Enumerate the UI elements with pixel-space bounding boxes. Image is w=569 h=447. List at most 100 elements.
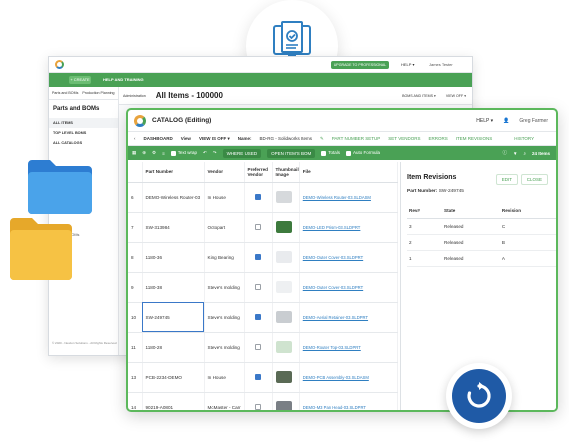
preferred-vendor-checkbox[interactable] — [255, 343, 261, 350]
column-header-thumbnail[interactable]: Thumbnail Image — [272, 162, 300, 183]
row-index[interactable]: 11 — [128, 332, 143, 363]
file-link[interactable]: DEMO-LED Prism-03.SLDPRT — [299, 212, 399, 243]
preferred-vendor-cell[interactable] — [244, 332, 273, 363]
user-icon[interactable]: 👤 — [503, 118, 509, 124]
column-header-vendor[interactable]: Vendor — [204, 162, 245, 183]
row-index[interactable]: 10 — [128, 302, 143, 333]
info-icon[interactable]: ⓘ — [502, 150, 507, 156]
edit-button[interactable]: EDIT — [495, 174, 518, 185]
file-link[interactable]: DEMO-M3 Pan Head-03.SLDPRT — [299, 392, 399, 410]
redo-icon[interactable]: ↷ — [213, 150, 217, 156]
list-icon[interactable]: ≡ — [162, 151, 165, 156]
vendor-cell[interactable]: In House — [204, 182, 245, 213]
vendor-cell[interactable]: Steve's molding — [204, 272, 245, 303]
row-index[interactable]: 14 — [128, 392, 143, 410]
row-index[interactable]: 9 — [128, 272, 143, 303]
column-header-file[interactable]: File — [299, 162, 399, 183]
part-number-cell[interactable]: 1180-36 — [142, 242, 205, 273]
table-row[interactable]: 14 90219-A0801 McMaster - Carr DEMO-M3 Pan … — [128, 392, 399, 410]
file-link[interactable]: DEMO-Aerial Retainer-03.SLDPRT — [299, 302, 399, 333]
table-row[interactable]: 11 1180-28 Steve's molding DEMO-Router Top-… — [128, 332, 399, 363]
vendor-cell[interactable]: Octopart — [204, 212, 245, 243]
part-number-cell[interactable]: 90219-A0801 — [142, 392, 205, 410]
view-dropdown[interactable]: VIEW IS OFF ▾ — [199, 136, 230, 142]
preferred-vendor-cell[interactable] — [244, 302, 273, 333]
part-number-cell[interactable]: 1180-28 — [142, 332, 205, 363]
table-row[interactable]: 9 1180-38 Steve's molding DEMO-Outer Cover-… — [128, 272, 399, 303]
tab-item-revisions[interactable]: ITEM REVISIONS — [456, 136, 493, 141]
text-wrap-toggle[interactable]: Text wrap — [170, 150, 197, 156]
back-view-dropdown[interactable]: VIEW OFF ▾ — [446, 94, 466, 98]
back-bom-dropdown[interactable]: BOMS AND ITEMS ▾ — [402, 94, 436, 98]
back-sidebar-item[interactable]: ALL CATALOGS — [49, 138, 118, 148]
row-index[interactable]: 7 — [128, 212, 143, 243]
table-row[interactable]: 8 1180-36 King Bearing DEMO-Outer Cover-03.… — [128, 242, 399, 273]
preferred-vendor-cell[interactable] — [244, 272, 273, 303]
column-header-preferred-vendor[interactable]: Preferred Vendor — [244, 162, 273, 183]
where-used-button[interactable]: WHERE USED — [222, 148, 262, 158]
totals-toggle[interactable]: Totals — [321, 150, 340, 156]
user-name[interactable]: Greg Farmer — [519, 118, 548, 124]
preferred-vendor-checkbox[interactable] — [255, 253, 261, 260]
edit-pencil-icon[interactable]: ✎ — [320, 136, 324, 142]
auto-formula-toggle[interactable]: Auto Formula — [345, 150, 380, 156]
vendor-cell[interactable]: McMaster - Carr — [204, 392, 245, 410]
table-row[interactable]: 6 DEMO-Wireless Router-03 In House DEMO-Wir… — [128, 182, 399, 213]
part-number-cell[interactable]: 1180-38 — [142, 272, 205, 303]
back-help-menu[interactable]: HELP ▾ — [401, 62, 415, 67]
vendor-cell[interactable]: In House — [204, 362, 245, 393]
part-number-cell[interactable]: DEMO-Wireless Router-03 — [142, 182, 205, 213]
preferred-vendor-checkbox[interactable] — [255, 403, 261, 410]
add-icon[interactable]: ⊕ — [142, 150, 146, 156]
file-link[interactable]: DEMO-Outer Cover-03.SLDPRT — [299, 272, 399, 303]
file-link[interactable]: DEMO-Wireless Router-03.SLDASM — [299, 182, 399, 213]
preferred-vendor-cell[interactable] — [244, 392, 273, 410]
file-link[interactable]: DEMO-Outer Cover-03.SLDPRT — [299, 242, 399, 273]
row-index[interactable]: 13 — [128, 362, 143, 393]
back-tab-parts[interactable]: Parts and BOMs — [52, 91, 78, 95]
settings-icon[interactable]: ⚙ — [152, 150, 156, 156]
vendor-cell[interactable]: Steve's molding — [204, 332, 245, 363]
preferred-vendor-cell[interactable] — [244, 362, 273, 393]
part-number-cell[interactable]: PCB-2234-DEMO — [142, 362, 205, 393]
back-arrow-icon[interactable]: ‹ — [134, 136, 136, 141]
column-header-index[interactable] — [128, 162, 143, 183]
undo-icon[interactable]: ↶ — [203, 150, 207, 156]
file-link[interactable]: DEMO-Router Top-03.SLDPRT — [299, 332, 399, 363]
tab-errors[interactable]: ERRORS — [428, 136, 447, 141]
back-sidebar-item[interactable]: ALL ITEMS — [49, 118, 118, 128]
back-tab-admin[interactable]: Administration — [123, 94, 146, 98]
open-bom-button[interactable]: OPEN ITEM'S BOM — [267, 148, 316, 158]
preferred-vendor-cell[interactable] — [244, 182, 273, 213]
preferred-vendor-checkbox[interactable] — [255, 193, 261, 200]
close-button[interactable]: CLOSE — [520, 174, 548, 185]
part-number-cell[interactable]: SW-249745 — [142, 302, 205, 333]
tab-set-vendors[interactable]: SET VENDORS — [388, 136, 420, 141]
tab-history[interactable]: HISTORY — [514, 136, 534, 141]
preferred-vendor-cell[interactable] — [244, 242, 273, 273]
preferred-vendor-checkbox[interactable] — [255, 283, 261, 290]
column-header-part-number[interactable]: Part Number — [142, 162, 205, 183]
tab-part-number-setup[interactable]: PART NUMBER SETUP — [332, 136, 381, 141]
name-value[interactable]: BD-RG - Solidworks Items — [259, 136, 312, 141]
search-icon[interactable]: ⌕ — [523, 151, 526, 156]
table-row[interactable]: 10 SW-249745 Steve's molding DEMO-Aerial Re… — [128, 302, 399, 333]
part-number-cell[interactable]: SW-313984 — [142, 212, 205, 243]
row-index[interactable]: 6 — [128, 182, 143, 213]
row-index[interactable]: 8 — [128, 242, 143, 273]
vendor-cell[interactable]: King Bearing — [204, 242, 245, 273]
filter-icon[interactable]: ▼ — [513, 151, 517, 156]
preferred-vendor-checkbox[interactable] — [255, 313, 261, 320]
revision-row[interactable]: 1 Released A — [407, 250, 556, 267]
file-link[interactable]: DEMO-PCB Assembly-03.SLDASM — [299, 362, 399, 393]
revision-row[interactable]: 3 Released C — [407, 218, 556, 235]
back-sidebar-item[interactable]: TOP LEVEL BOMS — [49, 128, 118, 138]
help-training-link[interactable]: HELP AND TRAINING — [103, 77, 144, 82]
table-row[interactable]: 7 SW-313984 Octopart DEMO-LED Prism-03.SLDP… — [128, 212, 399, 243]
preferred-vendor-checkbox[interactable] — [255, 223, 261, 230]
back-tab-production[interactable]: Production Planning — [82, 91, 114, 95]
back-create-button[interactable]: + CREATE — [69, 76, 91, 84]
preferred-vendor-checkbox[interactable] — [255, 373, 261, 380]
upgrade-button[interactable]: UPGRADE TO PROFESSIONAL — [331, 61, 389, 69]
revision-row[interactable]: 2 Released B — [407, 234, 556, 251]
